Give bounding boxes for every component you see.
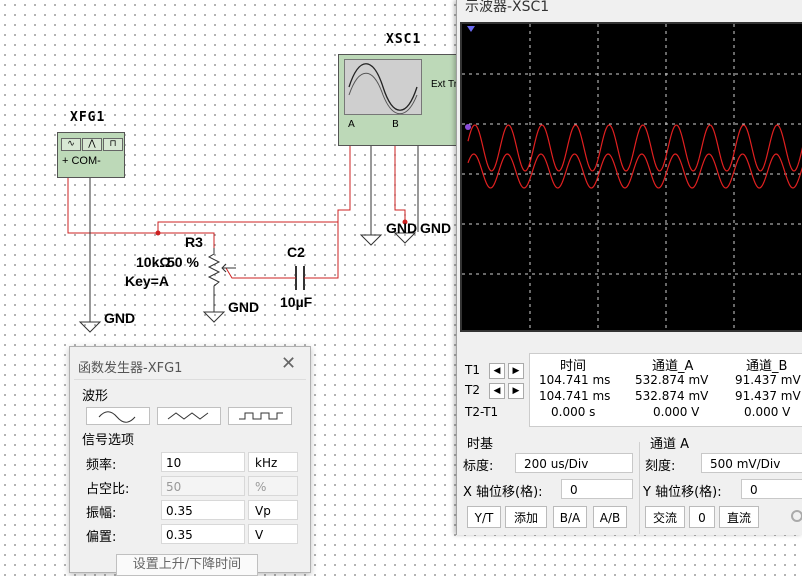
t2-channel-b: 91.437 mV <box>735 389 801 403</box>
triangle-wave-icon <box>167 412 209 420</box>
amplitude-field[interactable]: 0.35 <box>161 500 245 520</box>
oscilloscope-window[interactable]: 示波器-XSC1 T1 T2 T2-T1 ◀ ▶ ◀ ▶ 时间 通道_A 通道_… <box>456 0 802 535</box>
timebase-scale-field[interactable]: 200 us/Div <box>515 453 633 473</box>
channel-a-title: 通道 A <box>650 437 690 452</box>
ac-button[interactable]: 交流 <box>645 506 685 528</box>
frequency-label: 频率: <box>86 458 117 473</box>
gnd-label: GND <box>104 310 136 326</box>
gnd-label: GND <box>386 220 418 236</box>
square-wave-icon <box>239 412 283 420</box>
channel-a-radio-icon[interactable] <box>791 510 802 522</box>
xfg-label: XFG1 <box>70 110 106 125</box>
duty-cycle-unit: % <box>248 476 298 496</box>
x-position-label: X 轴位移(格): <box>463 485 543 500</box>
header-channel-b: 通道_B <box>746 359 788 374</box>
scope-preview <box>344 59 422 115</box>
square-wave-button[interactable] <box>228 407 292 425</box>
gnd-label: GND <box>420 220 452 236</box>
channel-b-terminal: B <box>392 119 399 130</box>
xfg-terminals: + COM- <box>62 155 101 167</box>
diff-channel-b: 0.000 V <box>744 405 791 419</box>
square-wave-icon: ⊓ <box>103 138 123 151</box>
zero-button[interactable]: 0 <box>689 506 715 528</box>
offset-unit[interactable]: V <box>248 524 298 544</box>
gnd-label: GND <box>228 299 260 315</box>
t1-channel-a: 532.874 mV <box>635 373 709 387</box>
trace-channel-b <box>467 153 802 189</box>
channel-marker-icon <box>465 124 471 130</box>
function-generator-component[interactable]: ∿ ⋀ ⊓ + COM- <box>57 132 125 178</box>
yt-button[interactable]: Y/T <box>467 506 501 528</box>
channel-a-scale-field[interactable]: 500 mV/Div <box>701 453 802 473</box>
cursor-controls: T1 T2 T2-T1 ◀ ▶ ◀ ▶ <box>457 353 529 425</box>
sine-preview-icon <box>348 63 418 115</box>
title-divider <box>74 379 306 380</box>
scope-controls: 时基 标度: 200 us/Div X 轴位移(格): 0 Y/T 添加 B/A… <box>457 428 802 535</box>
amplitude-label: 振幅: <box>86 506 117 521</box>
t1-left-arrow-icon[interactable]: ◀ <box>489 363 505 379</box>
t2-right-arrow-icon[interactable]: ▶ <box>508 383 524 399</box>
r3-value: 10kΩ <box>136 254 171 270</box>
frequency-unit[interactable]: kHz <box>248 452 298 472</box>
t1-label: T1 <box>465 363 480 377</box>
trigger-marker-icon <box>467 26 475 32</box>
x-position-field[interactable]: 0 <box>561 479 633 499</box>
oscilloscope-component[interactable]: Ext Tr A B <box>338 54 465 146</box>
timebase-scale-label: 标度: <box>463 459 494 474</box>
t1-time: 104.741 ms <box>539 373 611 387</box>
y-position-label: Y 轴位移(格): <box>643 485 722 500</box>
t2-channel-a: 532.874 mV <box>635 389 709 403</box>
sine-wave-icon: ∿ <box>61 138 81 151</box>
t1-channel-b: 91.437 mV <box>735 373 801 387</box>
diff-time: 0.000 s <box>551 405 596 419</box>
y-position-field[interactable]: 0 <box>741 479 802 499</box>
sine-wave-button[interactable] <box>86 407 150 425</box>
header-channel-a: 通道_A <box>652 359 694 374</box>
scope-screen[interactable] <box>462 24 802 330</box>
offset-label: 偏置: <box>86 530 117 545</box>
t2-label: T2 <box>465 383 480 397</box>
timebase-title: 时基 <box>467 437 494 452</box>
waveform-section-title: 波形 <box>82 389 109 404</box>
ext-trigger-label: Ext Tr <box>431 79 458 90</box>
channel-a-terminal: A <box>348 119 355 130</box>
rise-fall-time-button[interactable]: 设置上升/下降时间 <box>116 554 258 576</box>
t2-time: 104.741 ms <box>539 389 611 403</box>
signal-section-title: 信号选项 <box>82 433 135 448</box>
xsc-label: XSC1 <box>386 32 422 47</box>
scope-plot <box>462 24 802 330</box>
close-icon[interactable]: ✕ <box>281 353 296 374</box>
window-title: 示波器-XSC1 <box>465 0 550 15</box>
add-button[interactable]: 添加 <box>505 506 547 528</box>
r3-key: Key=A <box>125 273 169 289</box>
channel-a-scale-label: 刻度: <box>645 459 676 474</box>
header-time: 时间 <box>560 359 587 374</box>
window-title: 函数发生器-XFG1 <box>78 361 183 376</box>
panel-divider <box>639 442 640 534</box>
duty-cycle-field: 50 <box>161 476 245 496</box>
offset-field[interactable]: 0.35 <box>161 524 245 544</box>
scope-screen-frame <box>460 22 802 332</box>
diff-channel-a: 0.000 V <box>653 405 700 419</box>
sine-wave-icon <box>98 411 136 423</box>
duty-cycle-label: 占空比: <box>86 482 130 497</box>
t1-right-arrow-icon[interactable]: ▶ <box>508 363 524 379</box>
function-generator-window[interactable]: 函数发生器-XFG1 ✕ 波形 信号选项 频率: 10 kHz 占空比: 50 … <box>69 346 311 576</box>
frequency-field[interactable]: 10 <box>161 452 245 472</box>
c2-label: C2 <box>287 244 305 260</box>
t2-t1-label: T2-T1 <box>465 405 499 419</box>
triangle-wave-icon: ⋀ <box>82 138 102 151</box>
amplitude-unit[interactable]: Vp <box>248 500 298 520</box>
dc-button[interactable]: 直流 <box>719 506 759 528</box>
triangle-wave-button[interactable] <box>157 407 221 425</box>
r3-percent: 50 % <box>167 254 199 270</box>
c2-value: 10µF <box>280 294 313 310</box>
a-over-b-button[interactable]: A/B <box>593 506 627 528</box>
cursor-readout: T1 T2 T2-T1 ◀ ▶ ◀ ▶ 时间 通道_A 通道_B 104.741… <box>457 353 802 427</box>
b-over-a-button[interactable]: B/A <box>553 506 587 528</box>
r3-label: R3 <box>185 234 203 250</box>
t2-left-arrow-icon[interactable]: ◀ <box>489 383 505 399</box>
readout-table: 时间 通道_A 通道_B 104.741 ms 532.874 mV 91.43… <box>529 353 802 427</box>
